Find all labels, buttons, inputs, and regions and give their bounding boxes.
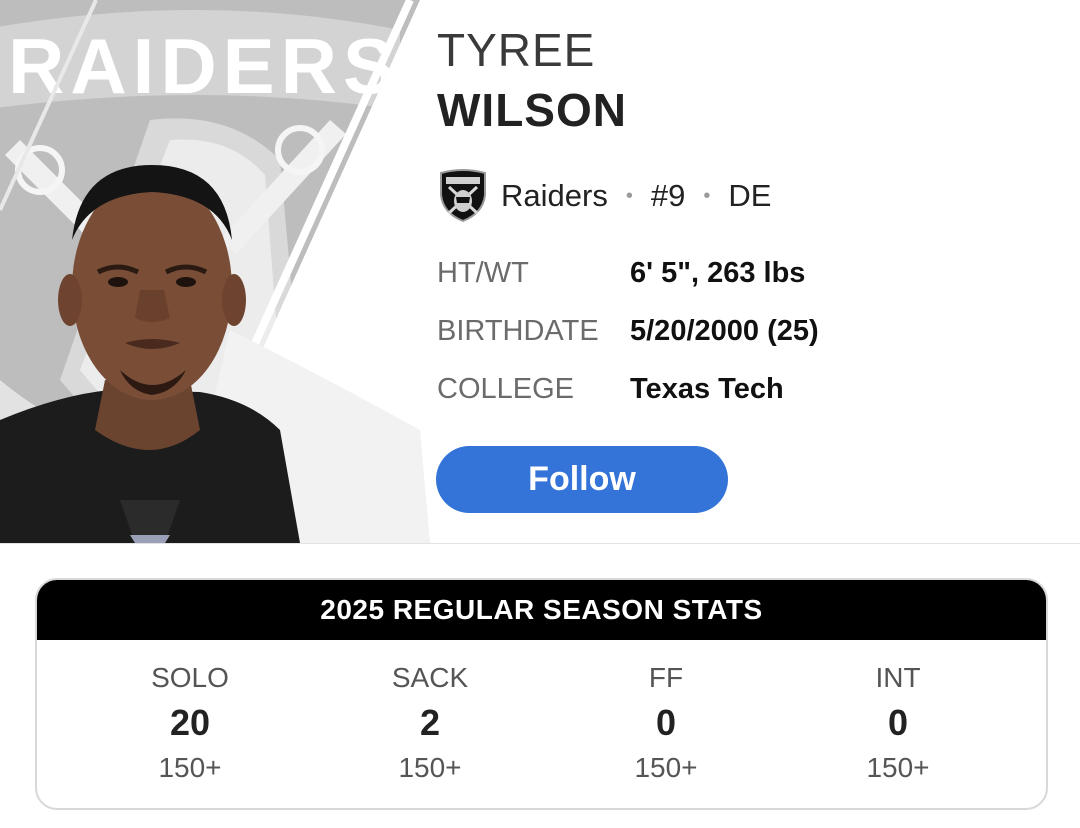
stat-sack: SACK 2 150+ (330, 658, 530, 788)
jersey-number: #9 (650, 178, 686, 213)
bio-value: 5/20/2000 (25) (630, 314, 819, 347)
stat-rank: 150+ (866, 752, 930, 783)
stat-ff: FF 0 150+ (566, 658, 766, 788)
player-position: DE (728, 178, 772, 213)
bio-row-college: COLLEGE Texas Tech (437, 360, 1057, 418)
stat-rank: 150+ (158, 752, 222, 783)
stat-value: 0 (887, 702, 909, 743)
bio-label: HT/WT (437, 256, 529, 289)
stat-label: SOLO (151, 662, 229, 693)
bio-value: 6' 5", 263 lbs (630, 256, 806, 289)
stat-int: INT 0 150+ (798, 658, 998, 788)
bio-value: Texas Tech (630, 372, 784, 405)
separator-dot: • (703, 184, 711, 207)
stat-solo: SOLO 20 150+ (90, 658, 290, 788)
raiders-shield-icon[interactable] (437, 169, 489, 223)
season-stats-card: 2025 REGULAR SEASON STATS SOLO 20 150+ S… (35, 578, 1048, 810)
player-headshot (0, 165, 300, 543)
team-row: Raiders • #9 • DE (437, 168, 1057, 224)
stat-label: INT (875, 662, 921, 693)
stat-value: 0 (655, 702, 677, 743)
bio-row-birthdate: BIRTHDATE 5/20/2000 (25) (437, 302, 1057, 360)
stat-label: SACK (391, 662, 469, 693)
stat-rank: 150+ (634, 752, 698, 783)
bio-list: HT/WT 6' 5", 263 lbs BIRTHDATE 5/20/2000… (437, 244, 1057, 418)
stats-title: 2025 REGULAR SEASON STATS (37, 580, 1046, 640)
player-first-name: TYREE (437, 24, 596, 76)
team-name[interactable]: Raiders (501, 178, 608, 214)
player-last-name: WILSON (437, 84, 627, 136)
separator-dot: • (625, 184, 633, 207)
bio-row-height-weight: HT/WT 6' 5", 263 lbs (437, 244, 1057, 302)
player-info: TYREE WILSON Raiders • #9 • DE HT/WT 6' … (437, 22, 1057, 418)
stat-value: 2 (419, 702, 441, 743)
stat-label: FF (648, 662, 684, 693)
bio-label: BIRTHDATE (437, 314, 599, 347)
bio-label: COLLEGE (437, 372, 574, 405)
stat-value: 20 (169, 702, 211, 743)
follow-button[interactable]: Follow (436, 446, 728, 513)
stat-rank: 150+ (398, 752, 462, 783)
player-header: RAIDERS TYREE WILSON Raiders • #9 • DE H… (0, 0, 1080, 544)
